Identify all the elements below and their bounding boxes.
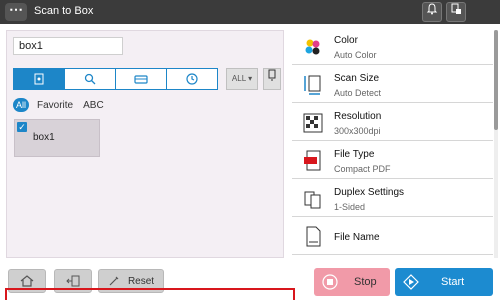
title-bar: ⋯ Scan to Box — [0, 0, 500, 24]
setting-file-name[interactable]: File Name — [292, 220, 493, 255]
settings-scrollbar[interactable] — [494, 30, 498, 258]
setting-title: Duplex Settings — [334, 187, 405, 198]
setting-value: 1-Sided — [334, 202, 366, 212]
page-title: Scan to Box — [34, 5, 94, 17]
setting-title: Resolution — [334, 111, 382, 122]
setting-title: File Type — [334, 149, 375, 160]
setting-color[interactable]: Color Auto Color — [292, 30, 493, 65]
tab-history[interactable] — [166, 69, 217, 89]
setting-value: Auto Detect — [334, 88, 382, 98]
tab-user-box[interactable] — [14, 69, 64, 89]
home-icon — [20, 275, 34, 287]
file-name-icon — [302, 226, 324, 248]
filter-row: All Favorite ABC — [13, 98, 114, 112]
highlight-frame — [5, 288, 295, 300]
duplex-icon — [302, 188, 324, 210]
box-search-input[interactable]: box1 — [13, 37, 123, 55]
scan-size-icon — [302, 74, 324, 96]
filter-favorite-button[interactable]: Favorite — [37, 100, 73, 111]
reset-icon — [109, 276, 119, 286]
setting-file-type[interactable]: File Type Compact PDF — [292, 144, 493, 179]
pdf-file-icon — [302, 150, 324, 172]
sort-button[interactable] — [263, 68, 281, 90]
tab-search[interactable] — [64, 69, 115, 89]
clock-icon — [186, 73, 198, 85]
start-button[interactable]: Start — [395, 268, 493, 296]
box-name: box1 — [33, 132, 55, 143]
stop-button[interactable]: Stop — [314, 268, 390, 296]
filter-abc-button[interactable]: ABC — [83, 100, 104, 111]
check-icon: ✓ — [17, 122, 27, 132]
color-icon — [302, 36, 324, 58]
filter-all-button[interactable]: All — [13, 98, 29, 112]
setting-title: File Name — [334, 232, 380, 243]
setting-scan-size[interactable]: Scan Size Auto Detect — [292, 68, 493, 103]
settings-list: Color Auto Color Scan Size Auto Detect R… — [292, 30, 493, 258]
setting-value: Compact PDF — [334, 164, 391, 174]
setting-resolution[interactable]: Resolution 300x300dpi — [292, 106, 493, 141]
device-status-icon[interactable] — [446, 2, 466, 22]
reset-label: Reset — [127, 275, 155, 287]
scroll-thumb[interactable] — [494, 30, 498, 130]
user-box-icon — [34, 73, 44, 85]
resolution-icon — [302, 112, 324, 134]
setting-duplex[interactable]: Duplex Settings 1-Sided — [292, 182, 493, 217]
back-icon — [66, 275, 80, 287]
box-card[interactable]: ✓ box1 — [14, 119, 100, 157]
stop-label: Stop — [354, 276, 377, 288]
setting-title: Scan Size — [334, 73, 380, 84]
setting-value: Auto Color — [334, 50, 377, 60]
menu-icon[interactable]: ⋯ — [5, 2, 27, 21]
box-list-pane: box1 ALL ▾ All Favorite ABC ✓ box1 — [6, 30, 284, 258]
search-icon — [84, 73, 96, 85]
start-icon — [403, 274, 419, 290]
tab-scanner[interactable] — [115, 69, 166, 89]
scanner-icon — [134, 75, 148, 84]
setting-title: Color — [334, 35, 358, 46]
sort-icon — [268, 69, 276, 81]
start-label: Start — [441, 276, 465, 288]
stop-icon — [322, 274, 338, 290]
bell-icon[interactable] — [422, 2, 442, 22]
setting-value: 300x300dpi — [334, 126, 381, 136]
box-tabs — [13, 68, 218, 90]
all-dropdown[interactable]: ALL ▾ — [226, 68, 258, 90]
